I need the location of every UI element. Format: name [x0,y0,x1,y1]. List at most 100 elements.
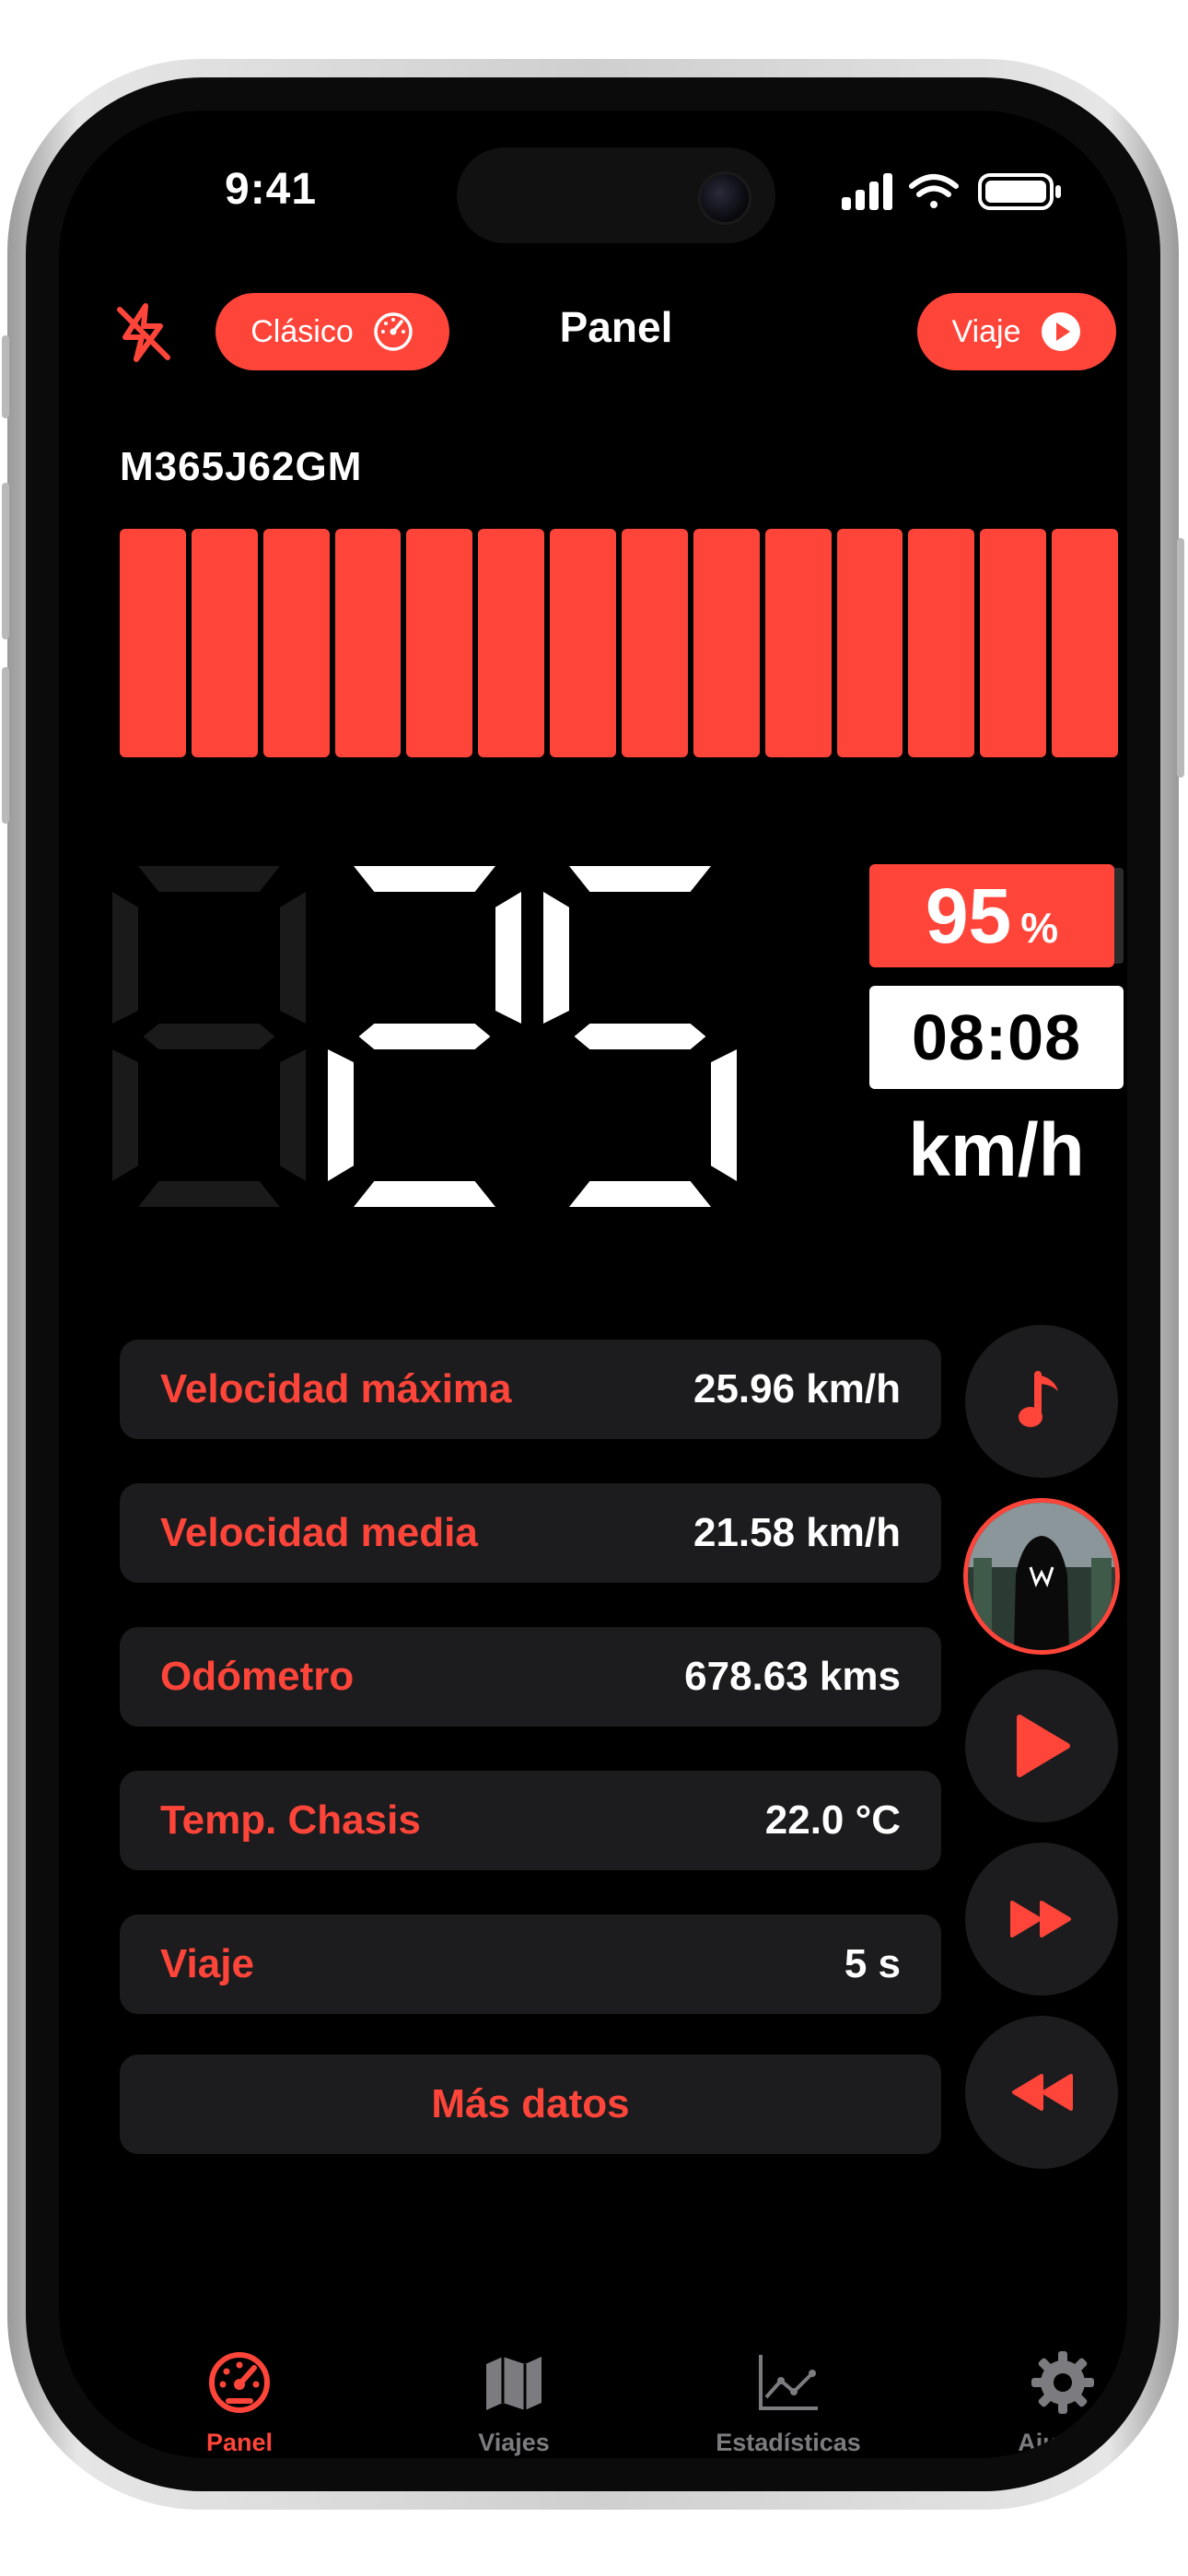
segment-c [280,1049,306,1181]
segment-f [543,892,569,1024]
trip-label: Viaje [951,313,1021,349]
stat-value: 22.0 °C [764,1797,901,1843]
segment-c [495,1049,521,1181]
segment-c [711,1049,737,1181]
tab-ajustes[interactable]: Ajustes [971,2349,1127,2457]
mode-button[interactable]: Clásico [215,293,449,370]
status-icons [842,173,1061,210]
tab-label: Ajustes [1018,2429,1108,2456]
signal-icon [842,173,892,210]
segment-a [138,866,280,892]
stat-chassis-temp: Temp. Chasis 22.0 °C [120,1771,941,1870]
power-off-icon[interactable] [111,300,175,365]
play-circle-icon [1041,312,1080,351]
segment-g [574,1024,706,1049]
clock: 08:08 [869,986,1124,1089]
chart-icon [759,2355,818,2410]
tab-viajes[interactable]: Viajes [422,2349,606,2457]
segment-e [112,1049,138,1181]
battery-percent-sign: % [1020,904,1059,952]
battery-segment [262,529,330,757]
fast-forward-button[interactable] [965,1843,1118,1996]
battery-percent: 95 [925,872,1012,959]
stat-label: Velocidad media [160,1510,478,1555]
stat-label: Velocidad máxima [160,1366,512,1411]
segment-g [358,1024,491,1049]
stat-label: Viaje [160,1941,254,1986]
segment-e [543,1049,569,1181]
dynamic-island [457,147,775,243]
music-note-icon [1019,1371,1058,1427]
battery-segment [693,529,760,757]
screen: 9:41 Clásico Panel Viaje M365J62GM 95 % … [59,111,1127,2458]
page-title: Panel [559,303,673,351]
stat-avg-speed: Velocidad media 21.58 km/h [120,1483,941,1583]
segment-d [354,1181,495,1207]
stat-odometer: Odómetro 678.63 kms [120,1627,941,1727]
battery-segment [836,529,903,757]
wifi-icon [909,174,959,208]
segment-d [138,1181,280,1207]
battery-segment [1052,529,1119,757]
tab-panel[interactable]: Panel [147,2349,332,2457]
battery-segment [550,529,617,757]
mode-label: Clásico [250,313,354,349]
battery-bar [120,529,1119,757]
power-button [1177,538,1184,778]
battery-segment [478,529,545,757]
bezel: 9:41 Clásico Panel Viaje M365J62GM 95 % … [26,77,1160,2491]
tab-label: Viajes [478,2429,550,2456]
segment-a [569,866,711,892]
gauge-icon [373,312,413,351]
action-button [2,335,9,418]
battery-percent-badge: 95 % [869,864,1124,967]
stat-value: 21.58 km/h [693,1510,901,1555]
battery-segment [980,529,1047,757]
battery-segment [406,529,473,757]
stat-value: 678.63 kms [684,1654,901,1699]
segment-e [328,1049,354,1181]
gear-icon [1031,2351,1094,2414]
speed-display [112,866,757,1207]
segment-b [711,892,737,1024]
stat-label: Temp. Chasis [160,1797,421,1843]
stat-max-speed: Velocidad máxima 25.96 km/h [120,1340,941,1439]
battery-segment [622,529,688,757]
battery-segment [764,529,832,757]
album-art[interactable] [963,1498,1120,1655]
play-icon [1017,1715,1070,1777]
battery-segment [120,529,186,757]
speed-unit: km/h [908,1108,1085,1192]
music-button[interactable] [965,1325,1118,1478]
phone-frame: 9:41 Clásico Panel Viaje M365J62GM 95 % … [2,59,1184,2510]
stat-trip: Viaje 5 s [120,1914,941,2014]
map-icon [486,2357,542,2410]
battery-segment [908,529,975,757]
speed-digit [543,866,737,1207]
more-data-button[interactable]: Más datos [120,2055,941,2154]
status-time: 9:41 [225,165,318,214]
album-art-image [968,1503,1115,1650]
stat-value: 5 s [844,1941,901,1986]
segment-f [328,892,354,1024]
trip-button[interactable]: Viaje [917,293,1116,370]
segment-f [112,892,138,1024]
device-serial: M365J62GM [120,444,363,489]
camera-icon [698,171,751,225]
rewind-icon [1012,2074,1073,2111]
volume-down-button [2,667,9,824]
segment-b [495,892,521,1024]
speed-digit [328,866,521,1207]
tab-label: Panel [205,2429,274,2456]
battery-icon [978,173,1061,210]
speed-digit [112,866,306,1207]
tab-estadisticas[interactable]: Estadísticas [696,2349,880,2457]
stat-value: 25.96 km/h [693,1366,901,1411]
rewind-button[interactable] [965,2016,1118,2169]
tab-label: Estadísticas [716,2429,861,2456]
play-button[interactable] [965,1669,1118,1822]
battery-segment [191,529,258,757]
battery-segment [334,529,402,757]
stat-label: Odómetro [160,1654,355,1699]
volume-up-button [2,483,9,639]
